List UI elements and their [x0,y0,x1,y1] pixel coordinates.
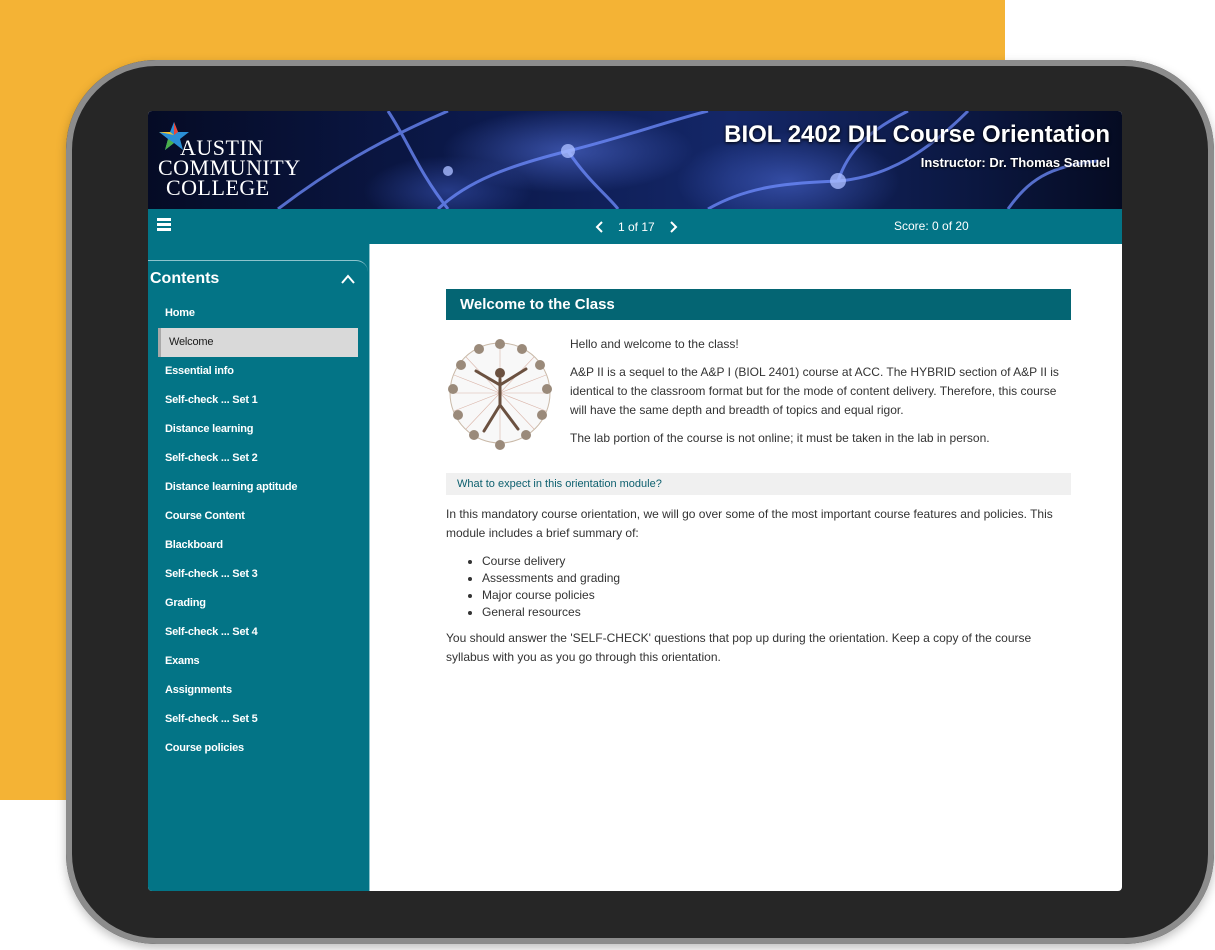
list-item: Course delivery [482,553,1071,570]
sidebar-item[interactable]: Grading [158,589,358,618]
summary-bullet-list: Course deliveryAssessments and gradingMa… [446,553,1071,621]
self-check-instructions: You should answer the 'SELF-CHECK' quest… [446,631,1032,664]
intro-block: Hello and welcome to the class! A&P II i… [446,335,1071,463]
intro-text: Hello and welcome to the class! A&P II i… [570,335,1070,457]
sidebar-item[interactable]: Self-check ... Set 5 [158,705,358,734]
vitruvian-anatomy-image [448,339,552,450]
chevron-left-icon[interactable] [592,219,608,235]
sidebar-item[interactable]: Self-check ... Set 1 [158,386,358,415]
list-item: General resources [482,604,1071,621]
logo-text-college: College [166,175,270,200]
lab-note: The lab portion of the course is not onl… [570,431,990,445]
section-title: Welcome to the Class [446,289,1071,320]
sidebar-item[interactable]: Essential info [158,357,358,386]
page-indicator: 1 of 17 [618,219,655,234]
page-navigation: 1 of 17 [592,209,681,244]
chevron-up-icon[interactable] [340,273,356,285]
neuron-cell [830,173,846,189]
list-item: Major course policies [482,587,1071,604]
course-screen: Austin Community College BIOL 2402 DIL C… [148,111,1122,891]
sidebar-item[interactable]: Blackboard [158,531,358,560]
sidebar-item[interactable]: Welcome [158,328,358,357]
contents-nav-list: Home Welcome Essential info Self-check ... … [158,299,358,763]
sidebar-item[interactable]: Exams [158,647,358,676]
course-title: BIOL 2402 DIL Course Orientation [724,121,1110,148]
sidebar-item[interactable]: Self-check ... Set 2 [158,444,358,473]
neuron-strand [566,150,620,209]
sidebar-item[interactable]: Course Content [158,502,358,531]
score-display: Score: 0 of 20 [894,219,969,233]
top-toolbar: 1 of 17 Score: 0 of 20 [148,209,1122,244]
neuron-strand [277,111,449,209]
sidebar-item[interactable]: Distance learning aptitude [158,473,358,502]
greeting-text: Hello and welcome to the class! [570,337,739,351]
sidebar-item[interactable]: Distance learning [158,415,358,444]
course-banner: Austin Community College BIOL 2402 DIL C… [148,111,1122,209]
chevron-right-icon[interactable] [665,219,681,235]
instructor-name: Instructor: Dr. Thomas Samuel [920,155,1110,170]
list-item: Assessments and grading [482,570,1071,587]
contents-heading: Contents [150,270,220,287]
sidebar-item[interactable]: Self-check ... Set 4 [158,618,358,647]
neuron-cell [561,144,575,158]
sidebar-item[interactable]: Assignments [158,676,358,705]
course-description: A&P II is a sequel to the A&P I (BIOL 24… [570,365,1059,417]
orientation-subheading: What to expect in this orientation modul… [446,473,1071,495]
sidebar-item[interactable]: Home [158,299,358,328]
orientation-description: In this mandatory course orientation, we… [446,507,1053,540]
college-logo: Austin Community College [156,121,300,201]
sidebar-item[interactable]: Self-check ... Set 3 [158,560,358,589]
sidebar-item[interactable]: Course policies [158,734,358,763]
neuron-cell [443,166,453,176]
contents-sidebar: Contents Home Welcome Essential info Self-c… [148,244,370,891]
main-content: Welcome to the Class Hello and welcome t… [446,289,1071,667]
menu-hamburger-icon[interactable] [157,218,171,234]
